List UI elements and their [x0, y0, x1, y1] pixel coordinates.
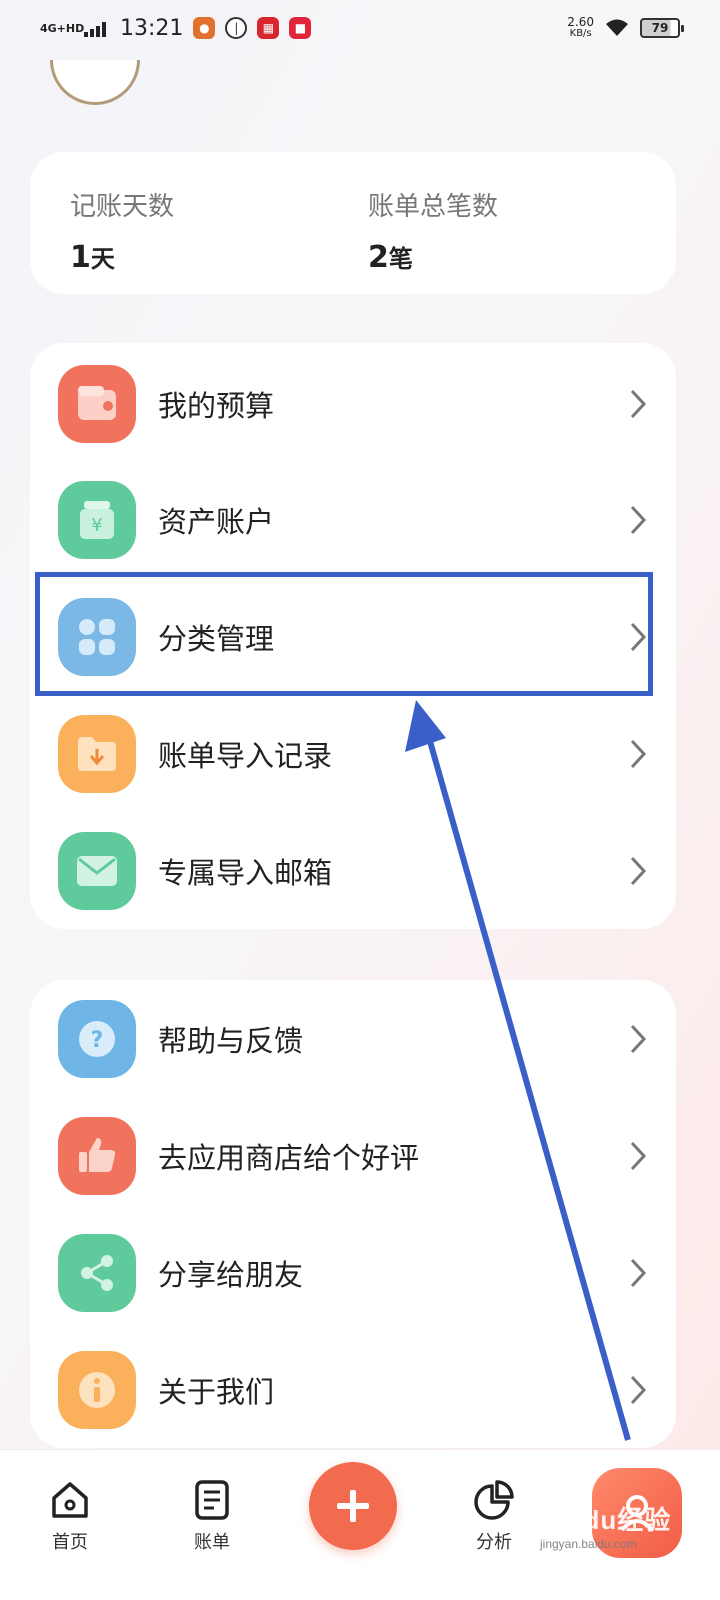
- nav-home[interactable]: 首页: [25, 1478, 115, 1554]
- stats-card: 记账天数 1天 账单总笔数 2笔: [30, 152, 676, 294]
- share-icon: [58, 1233, 136, 1312]
- status-bar: 4G+HD 13:21 ● | ▦ ■ 2.60 KB/s 79: [0, 0, 720, 56]
- help-icon: ?: [58, 999, 136, 1078]
- chevron-right-icon: [630, 1141, 647, 1170]
- circle-app-icon: |: [225, 17, 248, 39]
- avatar[interactable]: [50, 60, 140, 105]
- svg-text:¥: ¥: [91, 515, 102, 536]
- menu-card-support: ? 帮助与反馈 去应用商店给个好评 分享给朋友 关于我们: [30, 980, 676, 1448]
- info-icon: [58, 1350, 136, 1429]
- network-speed: 2.60 KB/s: [567, 15, 594, 39]
- chevron-right-icon: [630, 1375, 647, 1404]
- chevron-right-icon: [630, 1024, 647, 1053]
- signal-icon: [84, 21, 106, 37]
- nav-analysis[interactable]: 分析: [449, 1478, 539, 1554]
- menu-item-help-feedback[interactable]: ? 帮助与反馈: [30, 980, 676, 1097]
- menu-item-import-records[interactable]: 账单导入记录: [30, 695, 676, 812]
- chevron-right-icon: [630, 739, 647, 768]
- pie-chart-icon: [474, 1480, 514, 1520]
- chevron-right-icon: [630, 389, 647, 418]
- svg-text:?: ?: [91, 1028, 104, 1053]
- menu-item-about-us[interactable]: 关于我们: [30, 1331, 676, 1448]
- add-record-button[interactable]: [309, 1462, 397, 1550]
- chevron-right-icon: [630, 505, 647, 534]
- red-app-icon: ■: [289, 17, 312, 39]
- home-icon: [52, 1482, 88, 1518]
- yuan-bag-icon: ¥: [58, 480, 136, 559]
- battery-icon: 79: [640, 18, 684, 38]
- chevron-right-icon: [630, 856, 647, 885]
- stat-bill-count: 账单总笔数 2笔: [368, 192, 499, 275]
- wifi-icon: [606, 19, 628, 36]
- menu-item-budget[interactable]: 我的预算: [30, 345, 676, 462]
- bill-list-icon: [195, 1480, 229, 1520]
- nav-bills[interactable]: 账单: [167, 1478, 257, 1554]
- status-time: 13:21: [120, 15, 184, 41]
- plus-icon: [337, 1490, 369, 1522]
- menu-item-asset-account[interactable]: ¥ 资产账户: [30, 461, 676, 578]
- highlight-box: [35, 572, 653, 696]
- menu-item-share[interactable]: 分享给朋友: [30, 1214, 676, 1331]
- checker-app-icon: ▦: [257, 17, 280, 39]
- pumpkin-app-icon: ●: [193, 17, 216, 39]
- menu-item-rate-app[interactable]: 去应用商店给个好评: [30, 1097, 676, 1214]
- wallet-icon: [58, 364, 136, 443]
- stat-record-days: 记账天数 1天: [70, 192, 175, 275]
- mail-icon: [58, 831, 136, 910]
- menu-item-import-email[interactable]: 专属导入邮箱: [30, 812, 676, 929]
- watermark: Baidu经验 jingyan.baidu.com: [540, 1505, 672, 1551]
- import-folder-icon: [58, 714, 136, 793]
- chevron-right-icon: [630, 1258, 647, 1287]
- thumbs-up-icon: [58, 1116, 136, 1195]
- network-type: 4G+HD: [40, 21, 85, 35]
